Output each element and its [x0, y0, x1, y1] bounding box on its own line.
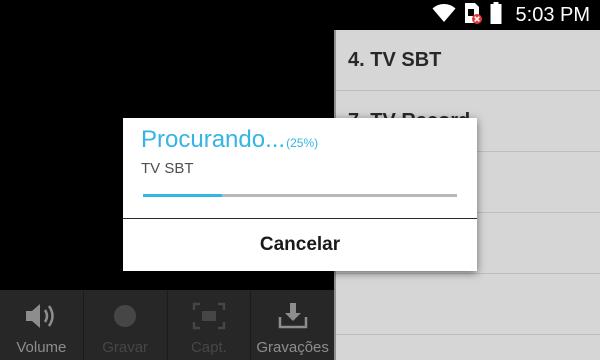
sim-error-icon [464, 2, 482, 29]
status-bar: 5:03 PM [0, 0, 600, 30]
screen: 5:03 PM Volume Gravar Capt. Gravações 4.… [0, 0, 600, 360]
battery-icon [490, 1, 502, 29]
dialog-current-channel: TV SBT [141, 160, 194, 177]
dialog-title-text: Procurando... [141, 126, 286, 153]
progress-bar-fill [143, 194, 222, 197]
cancel-button[interactable]: Cancelar [123, 219, 477, 271]
wifi-icon [432, 3, 456, 28]
scan-progress-dialog: Procurando...(25%) TV SBT Cancelar [123, 118, 477, 271]
status-icons: 5:03 PM [432, 0, 590, 30]
progress-percent: (25%) [286, 136, 319, 150]
status-time: 5:03 PM [515, 3, 590, 26]
progress-bar [143, 194, 457, 197]
dialog-title: Procurando...(25%) [141, 126, 318, 154]
